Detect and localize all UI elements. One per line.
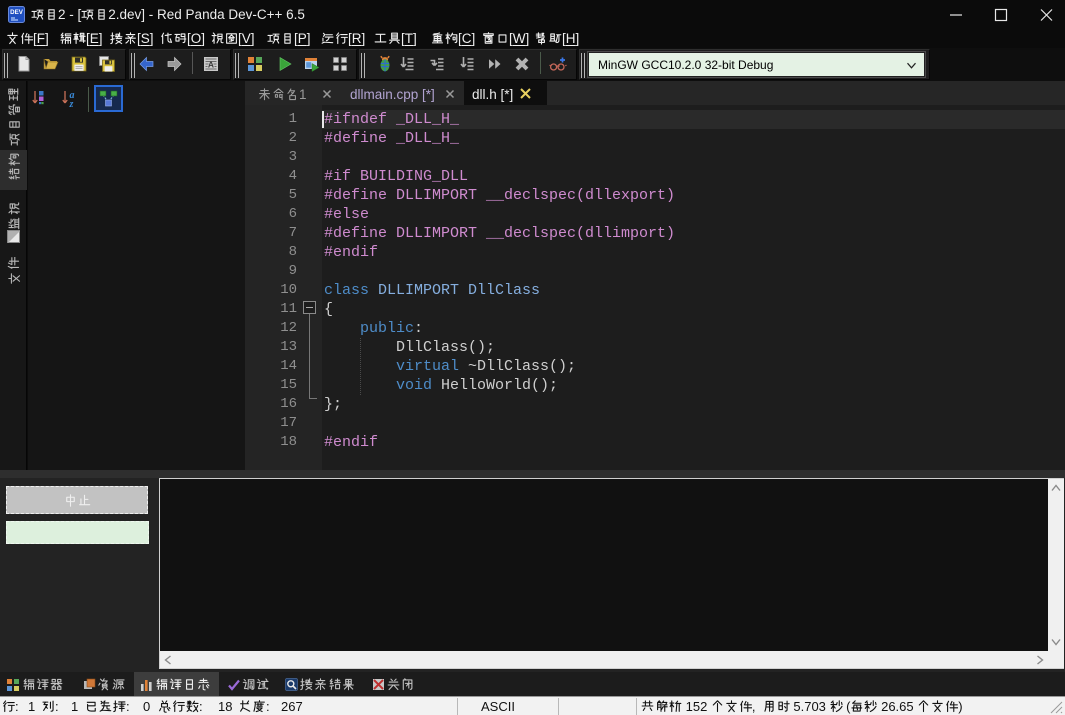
svg-text:z: z (69, 99, 74, 107)
svg-text:A: A (208, 60, 214, 70)
svg-text:DEV: DEV (10, 9, 24, 16)
